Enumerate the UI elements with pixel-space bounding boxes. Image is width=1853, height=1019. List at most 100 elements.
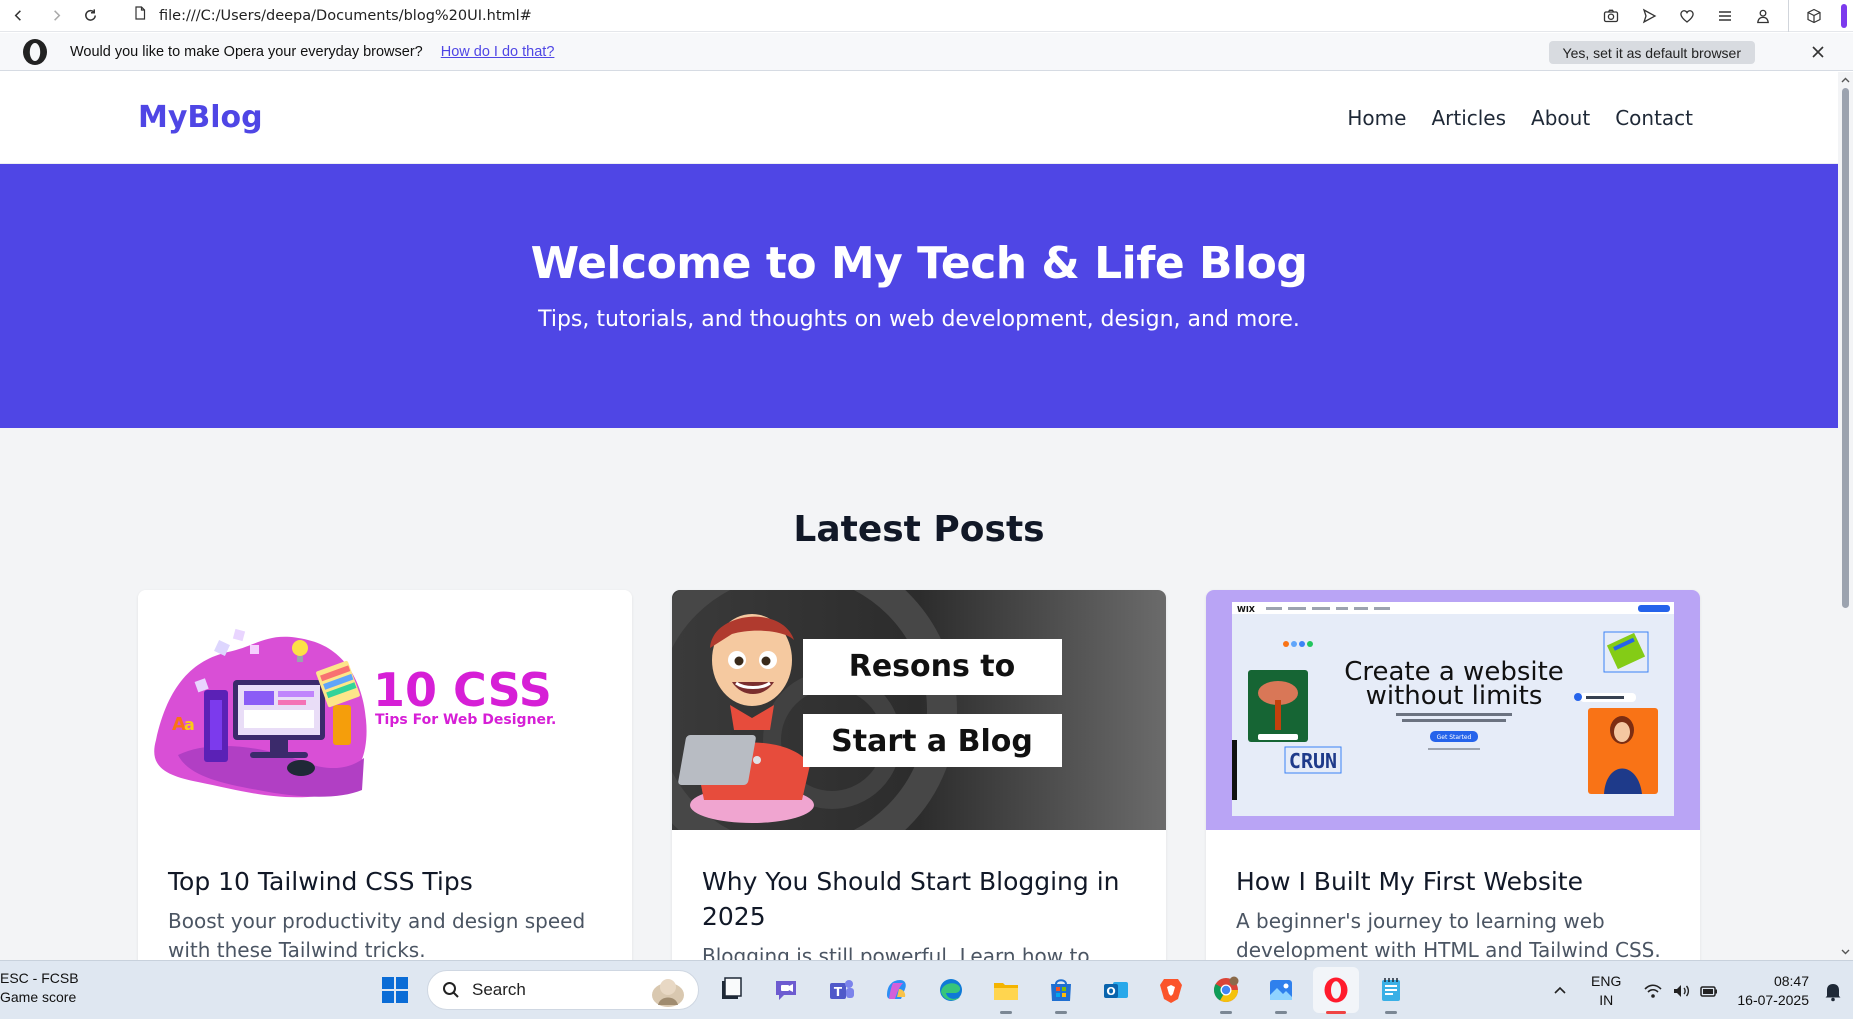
how-to-link[interactable]: How do I do that? [441,44,555,60]
game-score-match: ESC - FCSB [0,970,79,986]
box-icon[interactable] [1795,0,1833,32]
post-image-start-blog: Resons to Start a Blog [672,590,1166,830]
tray-icons[interactable] [1643,981,1719,1001]
chrome-icon[interactable] [1203,967,1249,1014]
search-highlight-icon [652,979,684,1007]
nav-about[interactable]: About [1531,106,1590,130]
chevron-up-icon[interactable] [1545,976,1575,1006]
back-button[interactable] [3,1,33,31]
game-score-label: Game score [0,989,77,1005]
brave-icon[interactable] [1148,967,1194,1013]
card-body: How I Built My First Website A beginner'… [1206,830,1700,960]
blog-image-line2: Start a Blog [831,724,1033,759]
default-browser-infobar: Would you like to make Opera your everyd… [0,33,1853,71]
notepad-icon[interactable] [1368,967,1414,1014]
card-body: Why You Should Start Blogging in 2025 Bl… [672,830,1166,960]
menu-icon[interactable] [1706,0,1744,32]
svg-text:a: a [184,715,195,734]
post-image-first-website: WIX Create a website without limits Get … [1206,590,1700,830]
website-builder-illustration: WIX Create a website without limits Get … [1232,602,1674,816]
site-logo[interactable]: MyBlog [138,100,263,135]
language-indicator[interactable]: ENG IN [1591,972,1621,1010]
running-indicator [1220,1011,1232,1014]
blog-image-line1: Resons to [849,649,1016,684]
profile-icon[interactable] [1744,0,1782,32]
url-text: file:///C:/Users/deepa/Documents/blog%20… [159,7,532,24]
store-icon[interactable] [1038,967,1084,1014]
post-card[interactable]: A a 10 CSS Tips For Web Designer. Top 10… [138,590,632,960]
nav-home[interactable]: Home [1347,106,1406,130]
forward-button[interactable] [41,1,71,31]
scrollbar-thumb[interactable] [1842,88,1849,608]
wix-cta: Get Started [1437,734,1472,741]
scroll-down-icon[interactable] [1840,946,1851,957]
camera-icon[interactable] [1592,0,1630,32]
taskbar-search[interactable]: Search [427,970,699,1010]
running-indicator [1055,1011,1067,1014]
windows-start-icon[interactable] [372,967,418,1013]
hero-title: Welcome to My Tech & Life Blog [530,238,1308,289]
vertical-scrollbar[interactable] [1838,72,1853,960]
clock[interactable]: 08:47 16-07-2025 [1737,972,1809,1010]
reload-icon [84,9,96,21]
infobar-message: Would you like to make Opera your everyd… [70,43,423,60]
hero-section: Welcome to My Tech & Life Blog Tips, tut… [0,164,1838,428]
svg-text:T: T [834,985,843,999]
nav-contact[interactable]: Contact [1615,106,1693,130]
post-image-css-tips: A a 10 CSS Tips For Web Designer. [138,590,632,830]
copilot-icon[interactable] [873,967,919,1013]
post-title[interactable]: Why You Should Start Blogging in 2025 [702,864,1136,934]
nav-articles[interactable]: Articles [1431,106,1506,130]
reload-button[interactable] [75,1,105,31]
start-blog-illustration: Resons to Start a Blog [672,590,1166,830]
back-arrow-icon [14,10,21,21]
hero-subtitle: Tips, tutorials, and thoughts on web dev… [538,307,1300,332]
css-tips-illustration: A a 10 CSS Tips For Web Designer. [154,628,556,798]
toolbar-divider [1788,0,1789,32]
scroll-up-icon[interactable] [1840,75,1851,86]
post-card[interactable]: WIX Create a website without limits Get … [1206,590,1700,960]
folder-icon[interactable] [983,967,1029,1014]
send-icon[interactable] [1630,0,1668,32]
taskbar: ESC - FCSB Game score Search T O ENG IN … [0,960,1853,1019]
notification-bell-icon[interactable] [1821,979,1845,1003]
running-indicator [1000,1011,1012,1014]
toolbar-right [1592,0,1853,32]
system-tray: ENG IN 08:47 16-07-2025 [1545,961,1853,1019]
photos-icon[interactable] [1258,967,1304,1014]
chat-icon[interactable] [763,967,809,1013]
latest-posts-heading: Latest Posts [793,509,1045,550]
post-title[interactable]: Top 10 Tailwind CSS Tips [168,864,602,899]
post-cards: A a 10 CSS Tips For Web Designer. Top 10… [0,590,1838,960]
heart-icon[interactable] [1668,0,1706,32]
opera-icon[interactable] [1313,967,1359,1014]
set-default-button[interactable]: Yes, set it as default browser [1548,41,1755,64]
close-icon[interactable] [1809,43,1827,61]
post-title[interactable]: How I Built My First Website [1236,864,1670,899]
svg-text:O: O [1106,985,1115,998]
running-indicator [1275,1011,1287,1014]
wix-brand: WIX [1237,605,1256,614]
latest-posts-section: Latest Posts A a 10 CSS Tips For Web Des… [0,428,1838,960]
post-card[interactable]: Resons to Start a Blog Why You Should St… [672,590,1166,960]
wix-headline-2: without limits [1366,681,1543,711]
clock-date: 16-07-2025 [1737,991,1809,1008]
css-tips-tagline: Tips For Web Designer. [375,712,556,728]
site-header: MyBlog Home Articles About Contact [0,72,1838,164]
edge-icon[interactable] [928,967,974,1013]
svg-text:CRUN: CRUN [1289,749,1337,773]
language-region: IN [1599,991,1614,1008]
battery-icon [1700,985,1718,997]
game-score-widget[interactable]: ESC - FCSB Game score [0,969,79,1007]
clock-time: 08:47 [1773,972,1809,989]
wifi-icon [1644,983,1662,998]
address-bar: file:///C:/Users/deepa/Documents/blog%20… [0,0,1853,32]
card-body: Top 10 Tailwind CSS Tips Boost your prod… [138,830,632,960]
post-excerpt: Boost your productivity and design speed… [168,909,586,960]
file-explorer-icon[interactable] [708,967,754,1013]
volume-icon [1674,984,1690,997]
page-viewport: MyBlog Home Articles About Contact Welco… [0,72,1838,960]
outlook-icon[interactable]: O [1093,967,1139,1013]
teams-icon[interactable]: T [818,967,864,1013]
url-field[interactable]: file:///C:/Users/deepa/Documents/blog%20… [133,6,532,25]
